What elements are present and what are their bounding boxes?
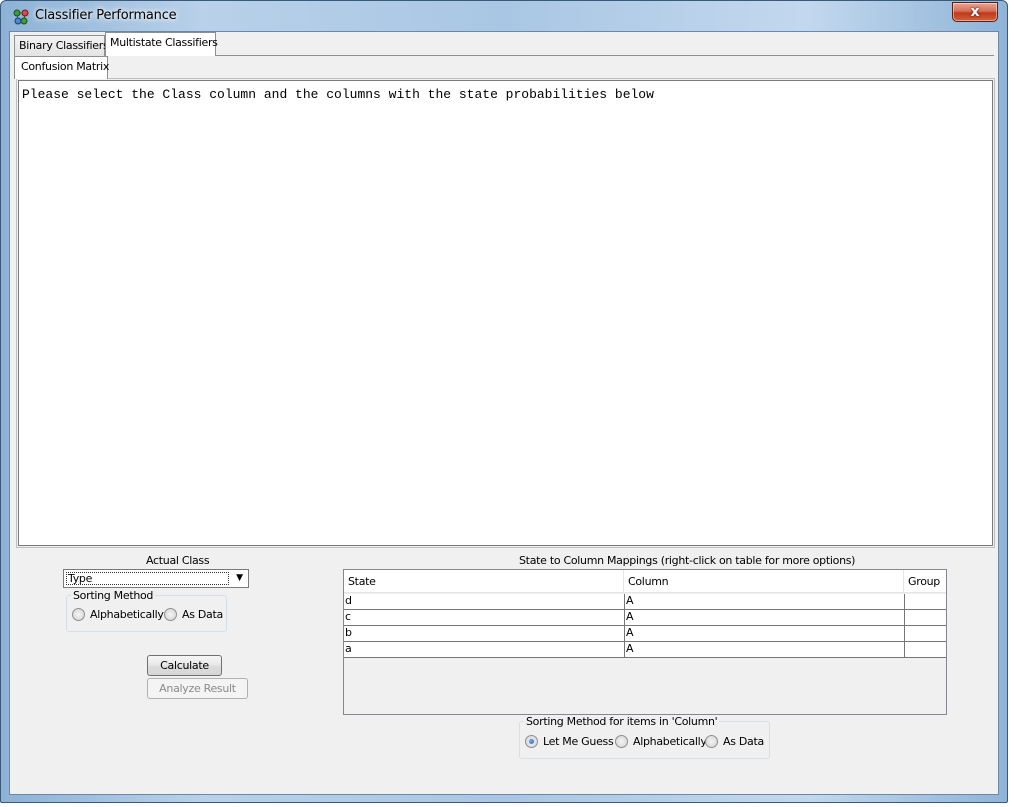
client-area: Binary Classifiers Multistate Classifier… xyxy=(9,31,999,795)
cell-group[interactable] xyxy=(905,594,946,609)
cell-state[interactable]: a xyxy=(344,642,625,657)
radio-icon[interactable] xyxy=(72,608,85,621)
class-sort-as-data[interactable]: As Data xyxy=(164,608,223,621)
tab-confusion-matrix[interactable]: Confusion Matrix xyxy=(14,56,110,79)
column-sort-alphabetically[interactable]: Alphabetically xyxy=(615,735,707,748)
column-sort-let-me-guess[interactable]: Let Me Guess xyxy=(525,735,614,748)
analyze-result-button[interactable]: Analyze Result xyxy=(147,678,248,699)
table-row[interactable]: a A xyxy=(344,642,946,658)
column-sorting-legend: Sorting Method for items in 'Column' xyxy=(526,715,718,728)
table-header: State Column Group xyxy=(344,570,946,593)
radio-label: As Data xyxy=(182,608,223,621)
actual-class-value: Type xyxy=(66,572,229,585)
table-row[interactable]: c A xyxy=(344,610,946,626)
cell-column[interactable]: A xyxy=(625,642,905,657)
actual-class-label: Actual Class xyxy=(146,554,210,567)
state-column-table[interactable]: State Column Group d A c A b A a A xyxy=(343,569,947,715)
app-network-icon xyxy=(13,9,29,25)
column-header-group[interactable]: Group xyxy=(904,570,946,593)
class-sort-alphabetically[interactable]: Alphabetically xyxy=(72,608,164,621)
column-sort-as-data[interactable]: As Data xyxy=(705,735,764,748)
table-row[interactable]: b A xyxy=(344,626,946,642)
tab-label: Multistate Classifiers xyxy=(110,36,218,49)
cell-state[interactable]: b xyxy=(344,626,625,641)
close-icon: x xyxy=(970,4,980,20)
calculate-button[interactable]: Calculate xyxy=(147,655,222,676)
cell-group[interactable] xyxy=(905,610,946,625)
radio-icon[interactable] xyxy=(615,735,628,748)
tab-label: Binary Classifiers xyxy=(19,39,109,52)
cell-state[interactable]: d xyxy=(344,594,625,609)
tab-label: Confusion Matrix xyxy=(21,60,110,73)
cell-state[interactable]: c xyxy=(344,610,625,625)
cell-group[interactable] xyxy=(905,642,946,657)
window-title: Classifier Performance xyxy=(35,8,177,23)
tab-binary-classifiers[interactable]: Binary Classifiers xyxy=(14,35,109,56)
radio-label: Let Me Guess xyxy=(543,735,614,748)
radio-label: As Data xyxy=(723,735,764,748)
actual-class-dropdown[interactable]: Type ▼ xyxy=(63,569,249,588)
title-bar[interactable]: Classifier Performance x xyxy=(1,1,1007,31)
table-row[interactable]: d A xyxy=(344,594,946,610)
radio-selected-icon[interactable] xyxy=(525,735,538,748)
column-header-state[interactable]: State xyxy=(344,570,624,593)
radio-label: Alphabetically xyxy=(633,735,707,748)
class-sorting-legend: Sorting Method xyxy=(73,589,154,602)
column-header-column[interactable]: Column xyxy=(624,570,904,593)
radio-icon[interactable] xyxy=(705,735,718,748)
radio-label: Alphabetically xyxy=(90,608,164,621)
chevron-down-icon[interactable]: ▼ xyxy=(236,573,243,583)
tab-multistate-classifiers[interactable]: Multistate Classifiers xyxy=(105,32,218,56)
cell-group[interactable] xyxy=(905,626,946,641)
window-frame: Classifier Performance x Binary Classifi… xyxy=(0,0,1008,803)
mappings-title: State to Column Mappings (right-click on… xyxy=(519,554,856,567)
cell-column[interactable]: A xyxy=(625,594,905,609)
cell-column[interactable]: A xyxy=(625,610,905,625)
confusion-matrix-output[interactable]: Please select the Class column and the c… xyxy=(16,78,995,548)
cell-column[interactable]: A xyxy=(625,626,905,641)
instruction-text: Please select the Class column and the c… xyxy=(22,87,654,102)
inner-tab-strip-border xyxy=(14,78,994,79)
close-button[interactable]: x xyxy=(952,2,998,22)
radio-icon[interactable] xyxy=(164,608,177,621)
